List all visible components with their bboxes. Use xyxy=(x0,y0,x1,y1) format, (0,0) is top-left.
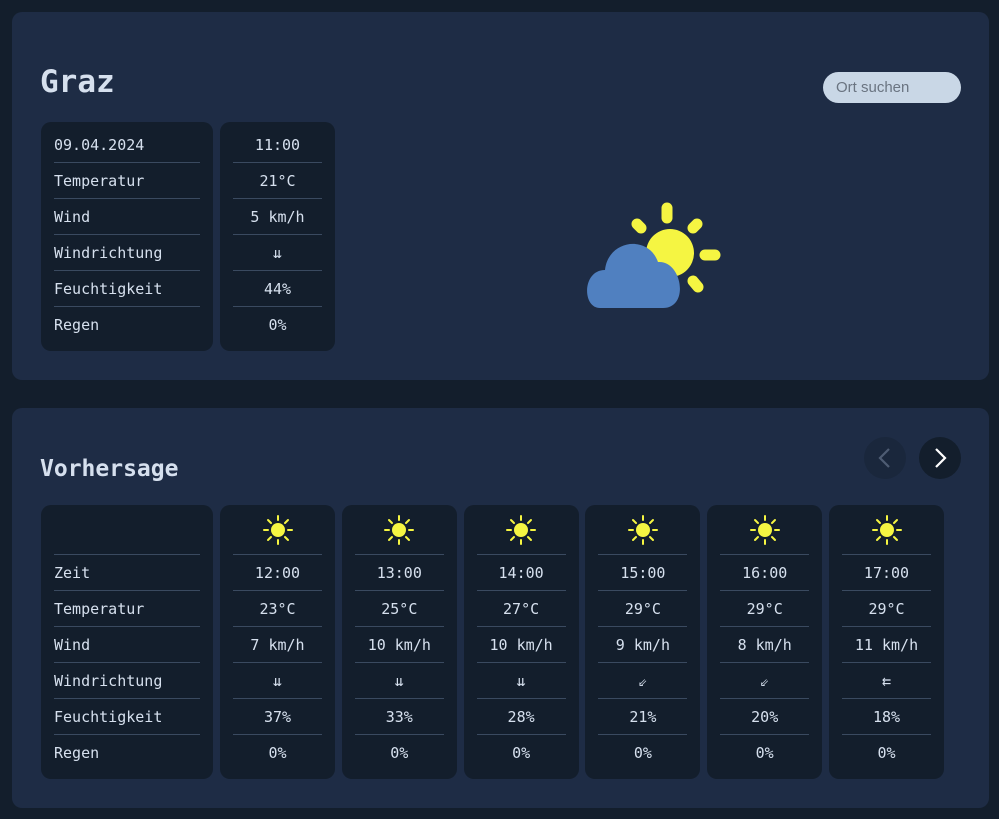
city-title: Graz xyxy=(40,64,115,100)
label-humidity: Feuchtigkeit xyxy=(54,271,200,307)
forecast-rain: 0% xyxy=(755,744,774,762)
current-label-card: 09.04.2024 Temperatur Wind Windrichtung … xyxy=(41,122,213,351)
forecast-rain: 0% xyxy=(877,744,896,762)
label-wind: Wind xyxy=(54,199,200,235)
label-wind-direction: Windrichtung xyxy=(54,663,200,699)
label-rain: Regen xyxy=(54,744,100,762)
forecast-column: 15:00 29°C 9 km/h ⇙ 21% 0% xyxy=(585,505,701,779)
forecast-time: 12:00 xyxy=(233,555,322,591)
label-temperature: Temperatur xyxy=(54,591,200,627)
forecast-rain: 0% xyxy=(268,744,287,762)
label-icon-spacer xyxy=(54,505,200,555)
forecast-column: 16:00 29°C 8 km/h ⇙ 20% 0% xyxy=(707,505,823,779)
label-time: Zeit xyxy=(54,555,200,591)
current-wind-direction: ⇊ xyxy=(233,235,322,271)
forecast-temperature: 29°C xyxy=(720,591,810,627)
forecast-column: 12:00 23°C 7 km/h ⇊ 37% 0% xyxy=(220,505,335,779)
forecast-title: Vorhersage xyxy=(40,456,179,482)
forecast-wind-direction: ⇙ xyxy=(598,663,688,699)
forecast-wind: 8 km/h xyxy=(720,627,810,663)
forecast-time: 17:00 xyxy=(842,555,931,591)
current-value-card: 11:00 21°C 5 km/h ⇊ 44% 0% xyxy=(220,122,335,351)
current-time: 11:00 xyxy=(233,127,322,163)
label-humidity: Feuchtigkeit xyxy=(54,699,200,735)
forecast-wind-direction: ⇊ xyxy=(233,663,322,699)
forecast-column: 14:00 27°C 10 km/h ⇊ 28% 0% xyxy=(463,505,579,779)
label-wind-direction: Windrichtung xyxy=(54,235,200,271)
forecast-rain: 0% xyxy=(512,744,531,762)
forecast-wind: 10 km/h xyxy=(476,627,566,663)
sun-icon xyxy=(476,505,566,555)
forecast-humidity: 20% xyxy=(720,699,810,735)
forecast-humidity: 18% xyxy=(842,699,931,735)
current-rain: 0% xyxy=(268,316,287,334)
current-temperature: 21°C xyxy=(233,163,322,199)
forecast-time: 13:00 xyxy=(354,555,444,591)
forecast-time: 16:00 xyxy=(720,555,810,591)
forecast-rain: 0% xyxy=(633,744,652,762)
current-date: 09.04.2024 xyxy=(54,127,200,163)
label-temperature: Temperatur xyxy=(54,163,200,199)
forecast-wind-direction: ⇙ xyxy=(720,663,810,699)
forecast-column: 17:00 29°C 11 km/h ⇇ 18% 0% xyxy=(829,505,944,779)
forecast-label-card: Zeit Temperatur Wind Windrichtung Feucht… xyxy=(41,505,213,779)
forecast-rain: 0% xyxy=(390,744,409,762)
next-button[interactable] xyxy=(919,437,961,479)
forecast-humidity: 28% xyxy=(476,699,566,735)
forecast-temperature: 27°C xyxy=(476,591,566,627)
label-wind: Wind xyxy=(54,627,200,663)
forecast-wind-direction: ⇊ xyxy=(354,663,444,699)
forecast-wind: 9 km/h xyxy=(598,627,688,663)
forecast-temperature: 25°C xyxy=(354,591,444,627)
forecast-humidity: 37% xyxy=(233,699,322,735)
forecast-wind: 7 km/h xyxy=(233,627,322,663)
forecast-panel: Vorhersage Zeit Temperatur Wind Windrich… xyxy=(12,408,989,808)
sun-icon xyxy=(233,505,322,555)
chevron-right-icon xyxy=(935,448,947,468)
search-input[interactable] xyxy=(823,72,961,103)
forecast-temperature: 23°C xyxy=(233,591,322,627)
current-weather-panel: Graz 09.04.2024 Temperatur Wind Windrich… xyxy=(12,12,989,380)
forecast-wind-direction: ⇊ xyxy=(476,663,566,699)
sun-icon xyxy=(842,505,931,555)
forecast-time: 14:00 xyxy=(476,555,566,591)
chevron-left-icon xyxy=(878,448,890,468)
current-wind: 5 km/h xyxy=(233,199,322,235)
forecast-humidity: 21% xyxy=(598,699,688,735)
forecast-wind-direction: ⇇ xyxy=(842,663,931,699)
sun-icon xyxy=(720,505,810,555)
forecast-wind: 11 km/h xyxy=(842,627,931,663)
forecast-column: 13:00 25°C 10 km/h ⇊ 33% 0% xyxy=(341,505,457,779)
previous-button[interactable] xyxy=(864,437,906,479)
sun-icon xyxy=(354,505,444,555)
sun-icon xyxy=(598,505,688,555)
forecast-temperature: 29°C xyxy=(842,591,931,627)
forecast-wind: 10 km/h xyxy=(354,627,444,663)
forecast-temperature: 29°C xyxy=(598,591,688,627)
partly-cloudy-icon xyxy=(578,198,728,317)
label-rain: Regen xyxy=(54,316,100,334)
current-humidity: 44% xyxy=(233,271,322,307)
forecast-time: 15:00 xyxy=(598,555,688,591)
forecast-humidity: 33% xyxy=(354,699,444,735)
